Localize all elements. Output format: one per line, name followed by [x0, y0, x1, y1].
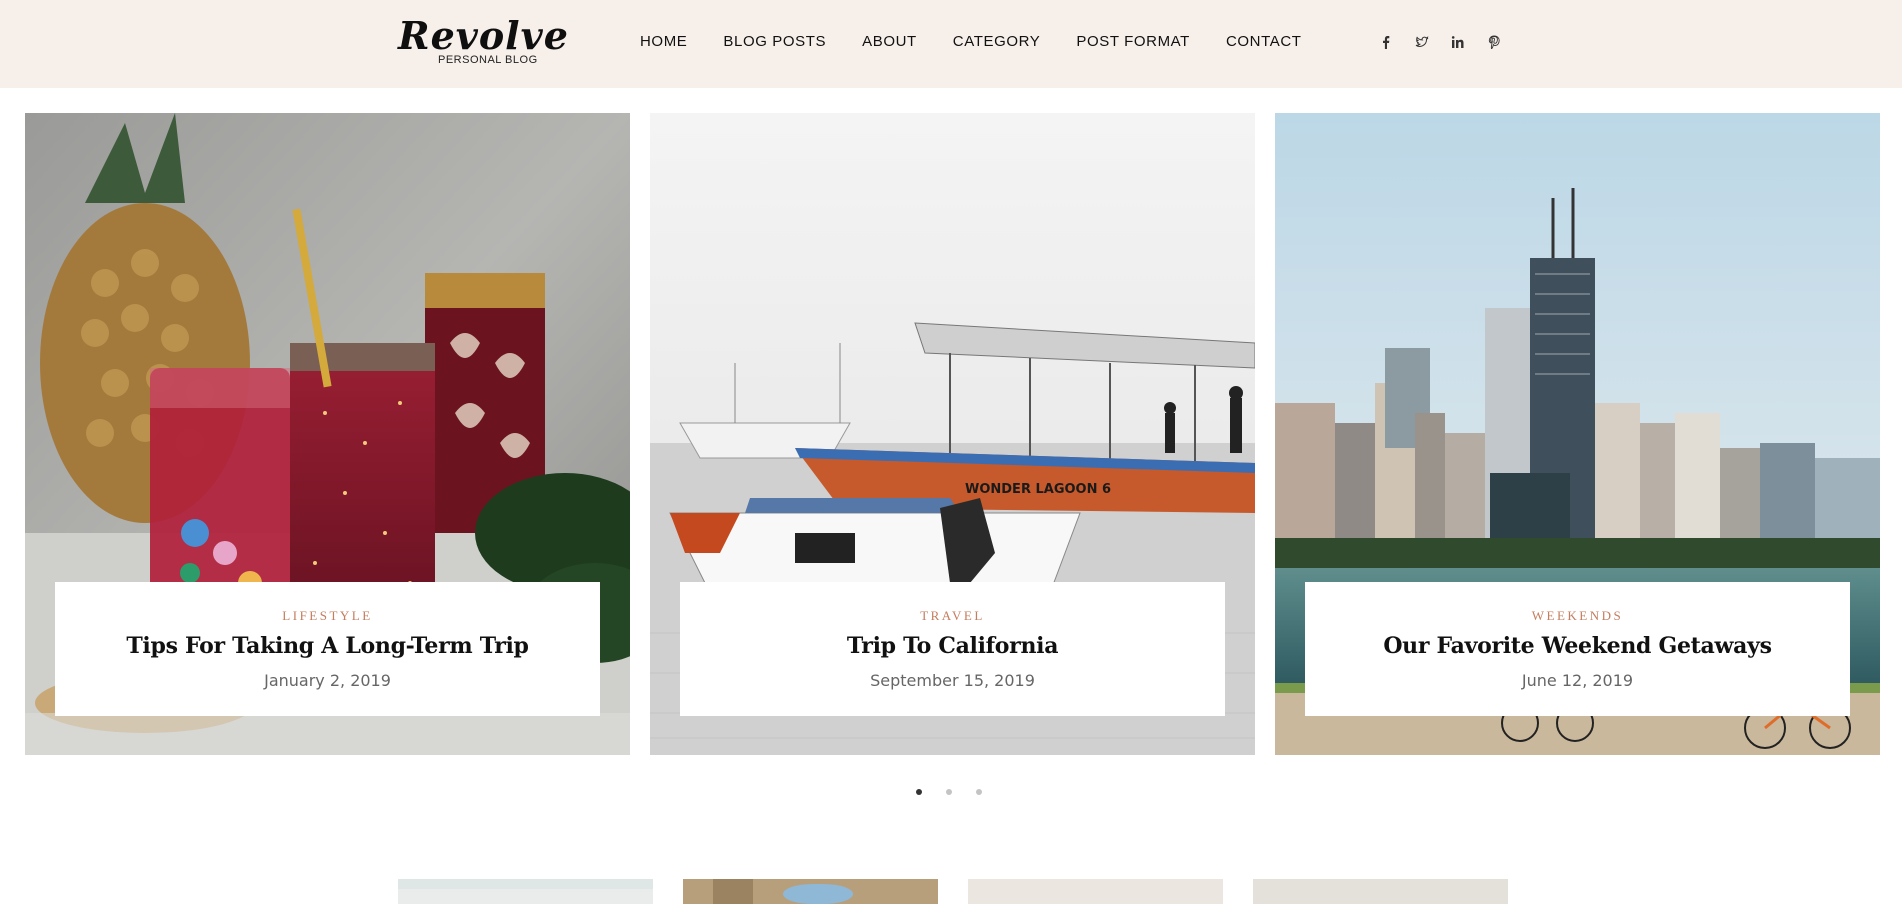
slide-category[interactable]: LIFESTYLE	[55, 608, 600, 624]
post-thumbnail[interactable]	[968, 879, 1223, 904]
slider-dot-3[interactable]	[976, 789, 982, 795]
nav-about[interactable]: ABOUT	[862, 33, 917, 50]
slide-caption: LIFESTYLE Tips For Taking A Long-Term Tr…	[55, 582, 600, 716]
slide-lifestyle[interactable]: LIFESTYLE Tips For Taking A Long-Term Tr…	[25, 113, 630, 755]
social-links	[1376, 32, 1504, 52]
slide-weekends[interactable]: WEEKENDS Our Favorite Weekend Getaways J…	[1275, 113, 1880, 755]
logo-tagline: PERSONAL BLOG	[438, 54, 538, 66]
slider-pagination	[916, 789, 982, 795]
slide-date: June 12, 2019	[1521, 671, 1634, 690]
slider-dot-2[interactable]	[946, 789, 952, 795]
site-header: Revolve PERSONAL BLOG HOME BLOG POSTS AB…	[0, 0, 1902, 88]
nav-category[interactable]: CATEGORY	[953, 33, 1041, 50]
site-logo[interactable]: Revolve PERSONAL BLOG	[398, 13, 569, 67]
slider-dot-1[interactable]	[916, 789, 922, 795]
slide-category[interactable]: TRAVEL	[680, 608, 1225, 624]
nav-contact[interactable]: CONTACT	[1226, 33, 1302, 50]
slide-category[interactable]: WEEKENDS	[1305, 608, 1850, 624]
logo-wordmark: Revolve	[398, 13, 569, 58]
nav-post-format[interactable]: POST FORMAT	[1076, 33, 1190, 50]
slide-title[interactable]: Our Favorite Weekend Getaways	[1305, 633, 1850, 659]
twitter-icon[interactable]	[1412, 32, 1432, 52]
post-thumbnail[interactable]	[1253, 879, 1508, 904]
svg-text:WONDER LAGOON 6: WONDER LAGOON 6	[965, 482, 1111, 497]
post-thumbnail[interactable]	[398, 879, 653, 904]
nav-home[interactable]: HOME	[640, 33, 687, 50]
slide-date: September 15, 2019	[870, 671, 1035, 690]
linkedin-icon[interactable]	[1448, 32, 1468, 52]
slide-title[interactable]: Trip To California	[680, 633, 1225, 659]
slide-caption: TRAVEL Trip To California September 15, …	[680, 582, 1225, 716]
slide-date: January 2, 2019	[264, 671, 391, 690]
nav-blog-posts[interactable]: BLOG POSTS	[723, 33, 826, 50]
featured-slider: LIFESTYLE Tips For Taking A Long-Term Tr…	[0, 113, 1902, 755]
facebook-icon[interactable]	[1376, 32, 1396, 52]
slide-travel[interactable]: WONDER LAGOON 6 TRAVEL Trip To Californi…	[650, 113, 1255, 755]
slide-title[interactable]: Tips For Taking A Long-Term Trip	[55, 633, 600, 659]
post-thumbnail[interactable]	[683, 879, 938, 904]
post-thumbnails	[398, 879, 1508, 904]
slide-caption: WEEKENDS Our Favorite Weekend Getaways J…	[1305, 582, 1850, 716]
pinterest-icon[interactable]	[1484, 32, 1504, 52]
main-nav: HOME BLOG POSTS ABOUT CATEGORY POST FORM…	[640, 33, 1302, 50]
